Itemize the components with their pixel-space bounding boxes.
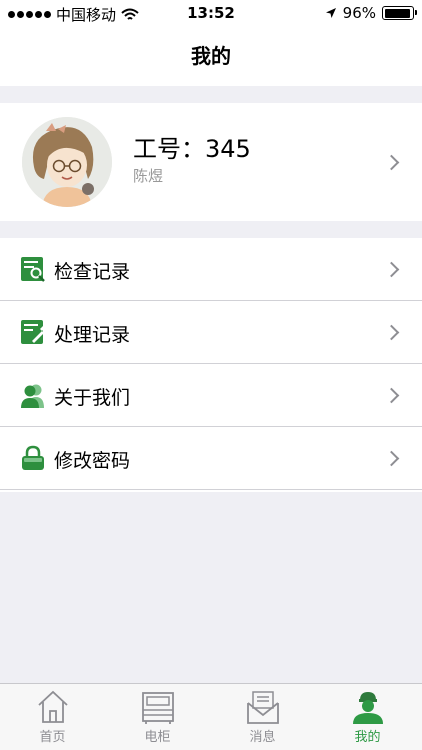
tab-home[interactable]: 首页: [0, 684, 105, 750]
profile-card[interactable]: 工号：345 陈煜: [0, 103, 422, 221]
menu-list: 检查记录 处理记录 关于我们 修改密码: [0, 238, 422, 492]
employee-name: 陈煜: [133, 167, 164, 185]
chevron-right-icon: [383, 450, 400, 467]
menu-item-label: 检查记录: [54, 261, 131, 283]
employee-id: 工号：345: [133, 135, 251, 163]
tab-label: 电柜: [144, 730, 171, 745]
avatar: [22, 117, 112, 207]
profile-icon: [353, 692, 383, 724]
tab-cabinet[interactable]: 电柜: [105, 684, 210, 750]
status-right: 96%: [325, 4, 417, 22]
lock-icon: [22, 445, 44, 470]
tab-label: 我的: [354, 730, 381, 745]
tab-profile[interactable]: 我的: [315, 684, 420, 750]
cabinet-icon: [142, 692, 174, 724]
tab-bar: 首页 电柜 消息 我的: [0, 683, 422, 750]
menu-item-inspection-record[interactable]: 检查记录: [0, 238, 422, 301]
inspection-record-icon: [21, 257, 45, 282]
status-bar: 中国移动 13:52 96%: [0, 0, 422, 28]
tab-label: 消息: [249, 730, 276, 745]
chevron-right-icon: [383, 387, 400, 404]
chevron-right-icon: [383, 154, 400, 171]
process-record-icon: [21, 320, 46, 344]
menu-item-change-password[interactable]: 修改密码: [0, 427, 422, 490]
battery-icon: [382, 6, 417, 20]
chevron-right-icon: [383, 261, 400, 278]
menu-item-process-record[interactable]: 处理记录: [0, 301, 422, 364]
message-icon: [247, 691, 279, 724]
location-arrow-icon: [325, 8, 336, 18]
about-us-icon: [21, 384, 44, 408]
nav-bar: 我的: [0, 28, 422, 86]
menu-item-about-us[interactable]: 关于我们: [0, 364, 422, 427]
battery-fill: [384, 8, 411, 18]
page-title: 我的: [191, 44, 231, 68]
battery-percent: 96%: [342, 4, 376, 22]
home-icon: [38, 690, 68, 723]
menu-item-label: 修改密码: [54, 450, 131, 472]
tab-message[interactable]: 消息: [210, 684, 315, 750]
chevron-right-icon: [383, 324, 400, 341]
menu-item-label: 处理记录: [54, 324, 131, 346]
tab-label: 首页: [39, 730, 66, 745]
menu-item-label: 关于我们: [54, 387, 131, 409]
